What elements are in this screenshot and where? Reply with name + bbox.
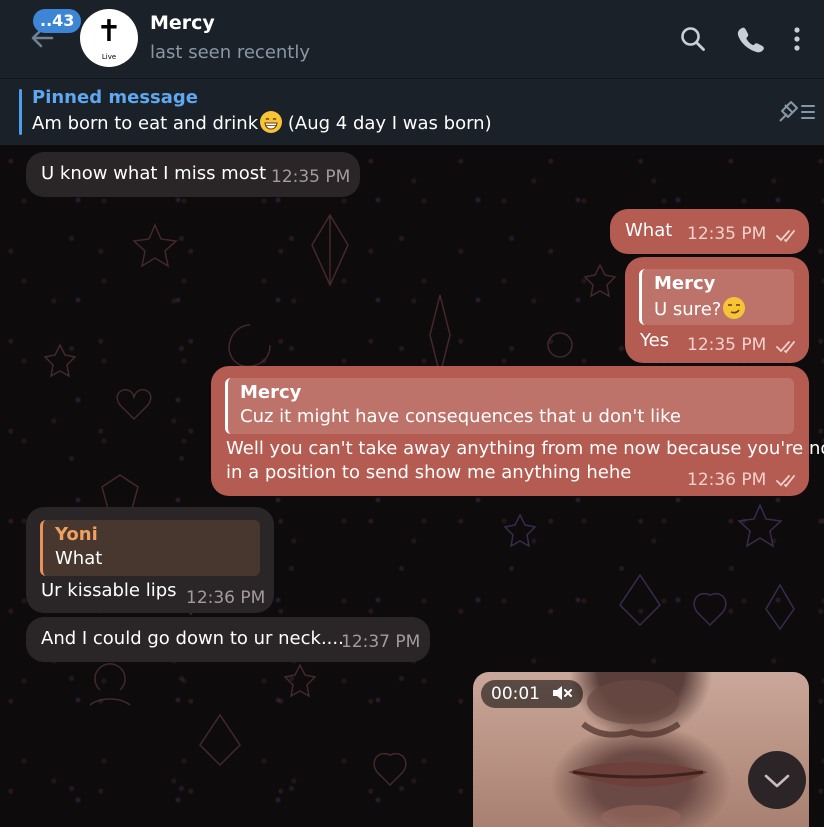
reply-quote-text-main: U sure?	[654, 299, 722, 320]
avatar[interactable]: ✝ Live	[80, 9, 138, 67]
read-double-check-icon	[776, 475, 795, 488]
scroll-to-bottom-button[interactable]	[748, 751, 806, 809]
reply-quote[interactable]: Yoni What	[40, 520, 260, 576]
reply-quote-text: U sure?	[654, 297, 746, 320]
reply-quote[interactable]: Mercy U sure?	[639, 269, 794, 325]
read-double-check-icon	[776, 341, 795, 354]
message-text-line-1: Well you can't take away anything from m…	[226, 438, 824, 459]
phone-icon[interactable]	[735, 24, 765, 54]
pinned-text-suffix: (Aug 4 day I was born)	[282, 113, 492, 134]
chat-header: ..43 ✝ Live Mercy last seen recently	[0, 0, 824, 78]
chevron-down-icon	[764, 774, 790, 788]
message-time: 12:35 PM	[271, 167, 351, 187]
reply-quote-text: What	[55, 548, 103, 569]
contact-status: last seen recently	[150, 42, 311, 63]
message-bubble-outgoing-reply[interactable]: Mercy Cuz it might have consequences tha…	[211, 366, 824, 496]
contact-name[interactable]: Mercy	[150, 12, 215, 34]
message-text: Ur kissable lips	[41, 580, 177, 601]
message-bubble-outgoing-reply[interactable]: Mercy U sure? Yes 12:35 PM	[625, 257, 809, 363]
reply-quote-author: Mercy	[240, 382, 302, 403]
pinned-text-main: Am born to eat and drink	[32, 113, 259, 134]
video-duration: 00:01	[491, 684, 540, 704]
message-time: 12:35 PM	[687, 335, 767, 355]
message-text: Yes	[640, 330, 670, 351]
pinned-message-bar[interactable]: Pinned message Am born to eat and drink …	[0, 78, 824, 146]
chat-area[interactable]: U know what I miss most 12:35 PM What 12…	[0, 145, 824, 827]
muted-speaker-icon[interactable]	[551, 684, 573, 702]
smirk-emoji-icon	[723, 297, 746, 319]
message-bubble-incoming-reply[interactable]: Yoni What Ur kissable lips 12:36 PM	[26, 507, 274, 613]
reply-quote-author: Mercy	[654, 273, 716, 294]
unpin-list-icon[interactable]	[776, 99, 816, 125]
more-options-icon[interactable]	[782, 24, 812, 54]
read-double-check-icon	[776, 230, 795, 243]
message-time: 12:36 PM	[687, 470, 767, 490]
message-bubble-incoming[interactable]: And I could go down to ur neck.... 12:37…	[26, 617, 430, 662]
message-time: 12:37 PM	[341, 632, 421, 652]
pinned-title: Pinned message	[32, 87, 198, 108]
message-text: What	[625, 220, 673, 241]
avatar-caption: Live	[101, 53, 117, 61]
message-text-line-2: in a position to send show me anything h…	[226, 462, 632, 483]
reply-quote-text: Cuz it might have consequences that u do…	[240, 406, 681, 427]
search-icon[interactable]	[678, 24, 708, 54]
grin-emoji-icon	[260, 111, 283, 133]
message-bubble-outgoing[interactable]: What 12:35 PM	[610, 209, 809, 254]
message-text: And I could go down to ur neck....	[41, 628, 344, 649]
video-duration-chip[interactable]: 00:01	[481, 680, 584, 708]
pinned-text: Am born to eat and drink (Aug 4 day I wa…	[32, 111, 492, 134]
message-time: 12:35 PM	[687, 224, 767, 244]
message-time: 12:36 PM	[186, 588, 266, 608]
reply-quote-author: Yoni	[55, 524, 98, 545]
reply-quote[interactable]: Mercy Cuz it might have consequences tha…	[225, 378, 794, 434]
message-bubble-incoming[interactable]: U know what I miss most 12:35 PM	[26, 152, 360, 197]
unread-count-badge: ..43	[33, 9, 82, 33]
message-text: U know what I miss most	[41, 163, 267, 184]
pinned-indicator	[19, 89, 22, 135]
cross-icon: ✝	[96, 14, 122, 49]
